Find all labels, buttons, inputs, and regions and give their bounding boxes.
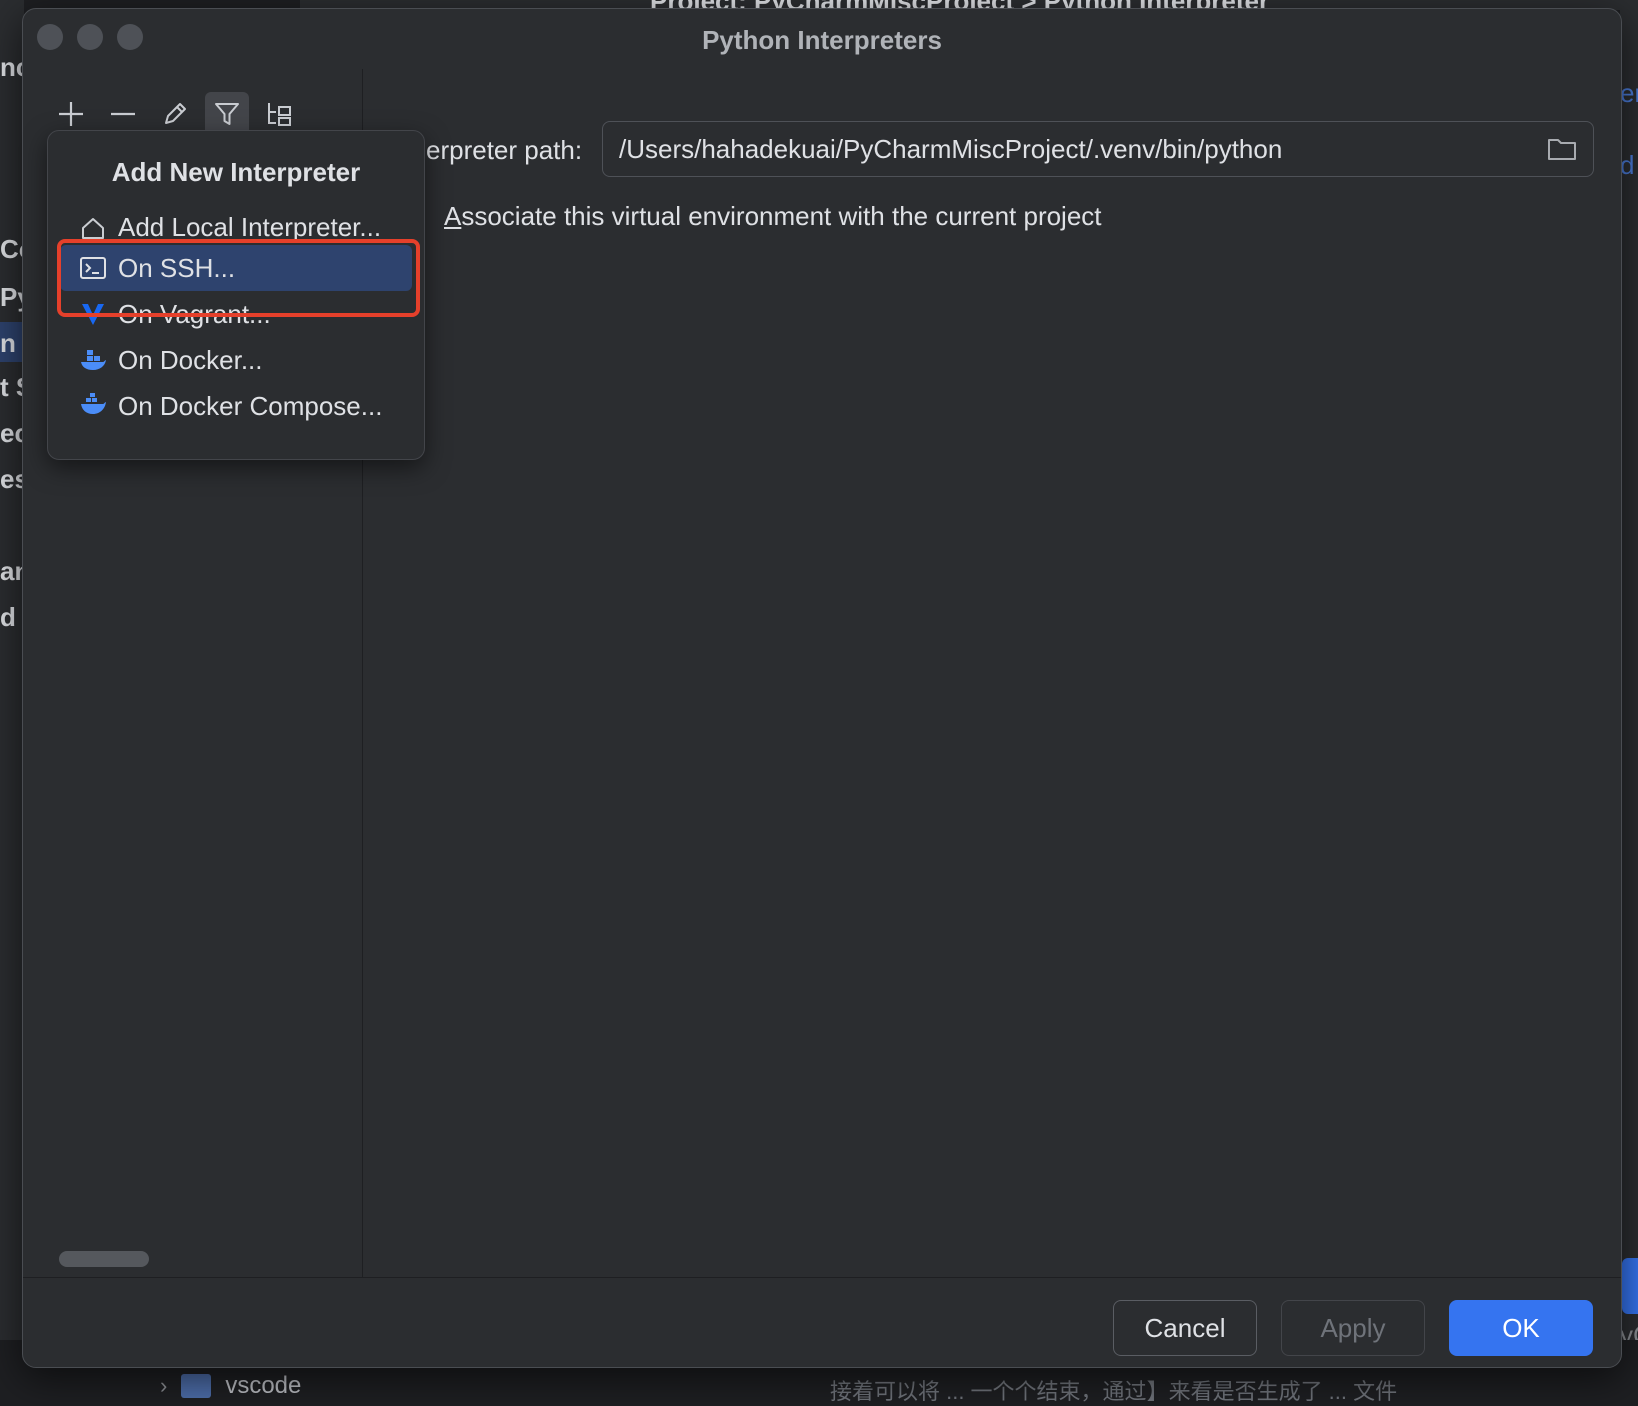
interpreter-path-field[interactable]: /Users/hahadekuai/PyCharmMiscProject/.ve…	[602, 121, 1594, 177]
menu-item-on-docker[interactable]: On Docker...	[60, 337, 412, 383]
sidebar-fragment: nc	[0, 52, 24, 82]
horizontal-scrollbar[interactable]	[59, 1251, 149, 1267]
editor-code-line: 接着可以将 ... 一个个结束，通过】来看是否生成了 ... 文件	[830, 1379, 1398, 1404]
cancel-button[interactable]: Cancel	[1113, 1300, 1257, 1356]
apply-button[interactable]: Apply	[1281, 1300, 1425, 1356]
right-fragment: yC	[1620, 1320, 1638, 1340]
sidebar-fragment: t S	[0, 372, 24, 402]
pencil-icon	[165, 103, 186, 124]
tree-icon	[268, 103, 291, 126]
tree-item: › vscode	[160, 1372, 301, 1400]
dialog-title: Python Interpreters	[702, 25, 942, 55]
sidebar-fragment: an	[0, 556, 24, 586]
sidebar-fragment: Py	[0, 282, 24, 312]
project-tree-strip: › vscode 接着可以将 ... 一个个结束，通过】来看是否生成了 ... …	[0, 1368, 1638, 1406]
docker-compose-icon	[78, 391, 108, 421]
associate-mnemonic: A	[444, 201, 462, 231]
filter-icon	[215, 103, 239, 125]
chevron-right-icon: ›	[160, 1373, 168, 1398]
folder-icon	[181, 1374, 212, 1398]
menu-item-label: On Docker...	[118, 344, 263, 375]
tree-item-label: vscode	[225, 1372, 302, 1399]
interpreter-details-pane: erpreter path: /Users/hahadekuai/PyCharm…	[364, 69, 1621, 1277]
docker-icon	[78, 345, 108, 375]
plus-icon	[59, 102, 83, 126]
sidebar-fragment: ec	[0, 418, 24, 448]
sidebar-fragment: es	[0, 464, 24, 494]
right-fragment: d	[1620, 150, 1635, 180]
menu-item-add-local-interpreter[interactable]: Add Local Interpreter...	[60, 205, 412, 243]
sidebar-fragment: Co	[0, 234, 24, 264]
interpreter-path-value[interactable]: /Users/hahadekuai/PyCharmMiscProject/.ve…	[619, 134, 1547, 165]
ok-button[interactable]: OK	[1449, 1300, 1593, 1356]
right-fragment: er	[1620, 78, 1638, 108]
annotation-highlight-box	[57, 239, 420, 317]
sidebar-fragment: d	[0, 602, 16, 632]
associate-label: ssociate this virtual environment with t…	[461, 201, 1102, 231]
associate-environment-checkbox[interactable]: Associate this virtual environment with …	[444, 201, 1102, 232]
popup-title: Add New Interpreter	[111, 157, 361, 187]
interpreter-path-label: erpreter path:	[426, 135, 583, 165]
browse-folder-icon[interactable]	[1547, 136, 1577, 162]
menu-item-label: On Docker Compose...	[118, 390, 383, 421]
settings-sidebar-fragment: nc Co Py n I t S ec es an d	[0, 0, 24, 1340]
minus-icon	[111, 112, 135, 116]
sidebar-fragment-selected: n I	[0, 322, 24, 362]
menu-item-on-docker-compose[interactable]: On Docker Compose...	[60, 383, 412, 429]
dialog-titlebar: Python Interpreters	[23, 9, 1621, 69]
right-edge-fragment: er d yC	[1620, 0, 1638, 1340]
dialog-footer: Cancel Apply OK	[23, 1277, 1621, 1367]
background-ok-button-edge	[1622, 1258, 1638, 1314]
